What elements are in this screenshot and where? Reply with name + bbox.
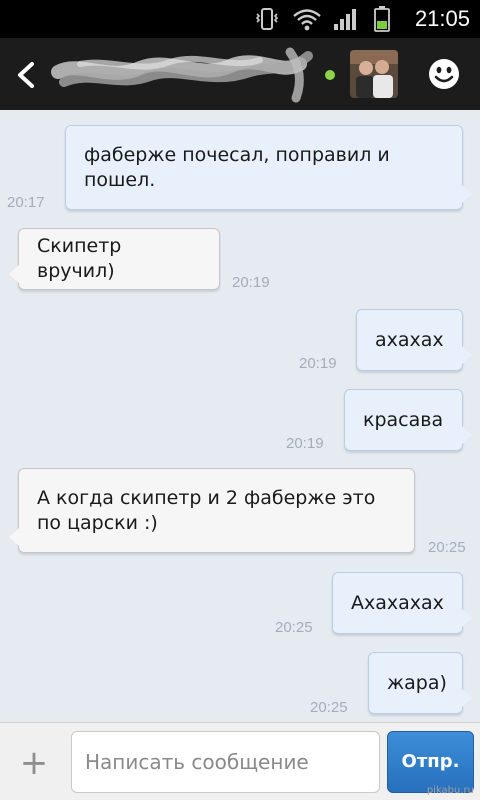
status-bar: 21:05 (0, 0, 480, 38)
message-text: Ахахахах (351, 591, 444, 614)
signal-icon (332, 0, 358, 38)
message-bubble-outgoing[interactable]: жара) (368, 652, 472, 714)
bubble-tail (462, 346, 472, 364)
clock: 21:05 (414, 6, 470, 31)
send-button[interactable]: Отпр. (387, 731, 474, 793)
bubble-tail (9, 265, 19, 283)
message-time: 20:19 (299, 355, 337, 372)
message-time: 20:17 (7, 194, 45, 211)
wifi-icon (290, 0, 324, 38)
message-time: 20:25 (310, 699, 348, 716)
message-bubble-outgoing[interactable]: ахахах (356, 309, 472, 371)
message-time: 20:19 (286, 435, 324, 452)
message-text: фаберже почесал, поправил и пошел. (84, 143, 390, 191)
smiley-icon[interactable] (428, 58, 460, 90)
message-time: 20:25 (275, 619, 313, 636)
plus-icon[interactable]: + (14, 743, 54, 783)
battery-icon (372, 0, 392, 38)
bubble-tail (462, 185, 472, 203)
message-text: Скипетр вручил) (37, 235, 122, 282)
message-bubble-outgoing[interactable]: красава (344, 389, 472, 451)
message-list[interactable]: фаберже почесал, поправил и пошел. 20:17 … (0, 110, 480, 722)
bubble-tail (462, 689, 472, 707)
contact-name-censored[interactable] (50, 42, 320, 106)
message-bubble-incoming[interactable]: А когда скипетр и 2 фаберже это по царски… (9, 468, 415, 553)
chat-header (0, 38, 480, 110)
vibrate-icon (254, 0, 280, 38)
watermark: pikabu.ru (426, 785, 474, 796)
message-text: А когда скипетр и 2 фаберже это по царски… (37, 486, 376, 534)
bubble-tail (462, 609, 472, 627)
message-bubble-incoming[interactable]: Скипетр вручил) (9, 228, 220, 290)
bubble-tail (9, 528, 19, 546)
message-text: красава (363, 408, 444, 431)
avatar[interactable] (350, 50, 398, 98)
bubble-tail (462, 426, 472, 444)
message-input[interactable]: Написать сообщение (71, 731, 380, 793)
message-text: ахахах (375, 328, 444, 351)
message-bubble-outgoing[interactable]: фаберже почесал, поправил и пошел. (65, 125, 472, 210)
compose-bar: + Написать сообщение Отпр. pikabu.ru (0, 722, 480, 800)
back-icon[interactable] (14, 60, 38, 90)
message-time: 20:25 (428, 539, 466, 556)
online-status-dot (325, 70, 335, 80)
message-bubble-outgoing[interactable]: Ахахахах (332, 572, 472, 634)
message-text: жара) (387, 671, 447, 694)
message-time: 20:19 (232, 274, 270, 291)
